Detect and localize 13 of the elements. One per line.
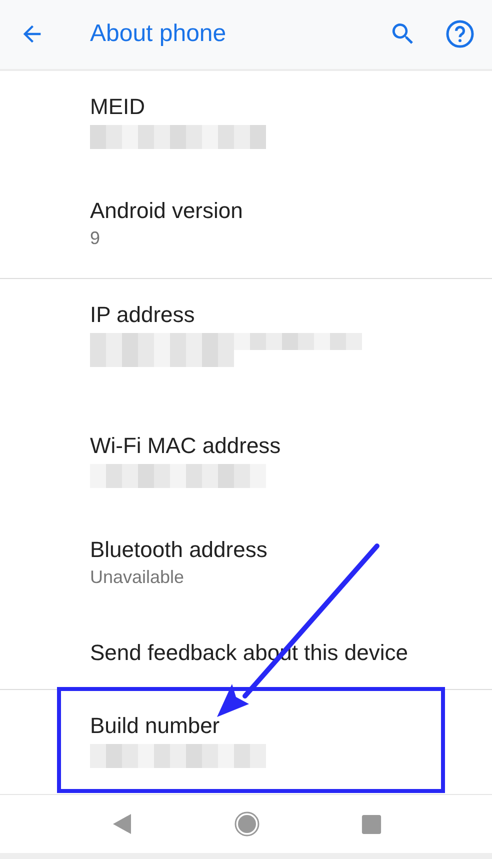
home-circle-icon[interactable] — [234, 811, 260, 838]
setting-title: MEID — [90, 92, 146, 121]
setting-value: 9 — [90, 226, 102, 250]
help-icon[interactable] — [445, 19, 475, 50]
setting-title: IP address — [90, 300, 196, 329]
setting-title: Wi-Fi MAC address — [90, 432, 282, 460]
setting-value: Unavailable — [90, 566, 186, 589]
setting-title: Android version — [90, 196, 244, 225]
setting-title: Build number — [90, 712, 221, 740]
screen-title: About phone — [90, 20, 228, 48]
back-triangle-icon[interactable] — [110, 813, 132, 836]
setting-title: Bluetooth address — [90, 536, 268, 564]
overview-square-icon[interactable] — [360, 814, 382, 835]
